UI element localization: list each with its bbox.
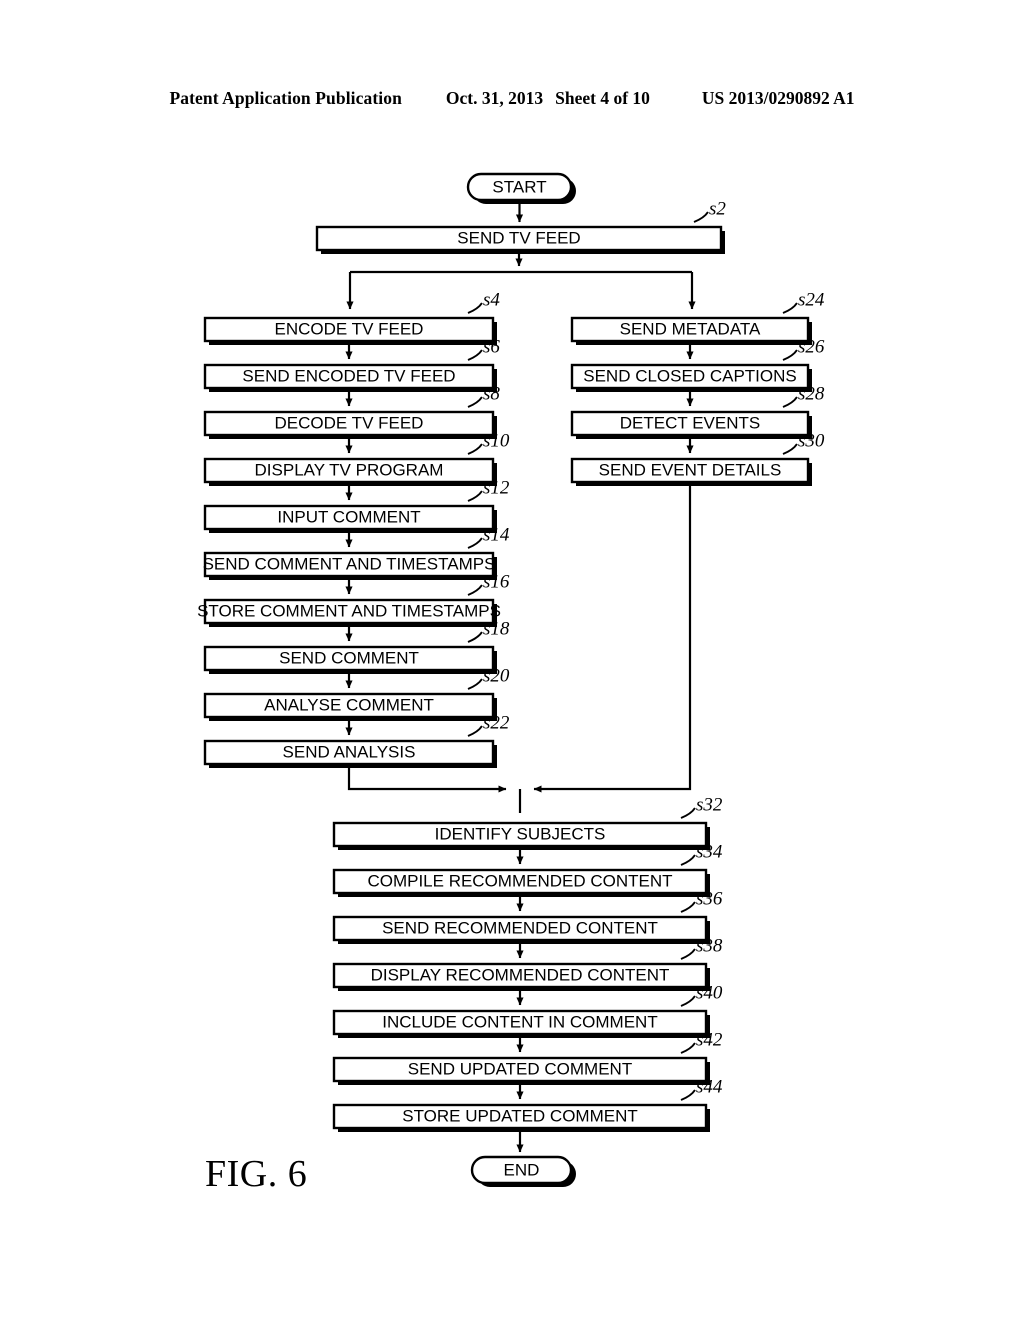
edge-right-merge (533, 482, 692, 793)
ref-hook-s14 (467, 537, 483, 549)
node-s40-label: INCLUDE CONTENT IN COMMENT (382, 1012, 657, 1031)
ref-label-s26: s26 (798, 336, 825, 357)
node-s34-label: COMPILE RECOMMENDED CONTENT (367, 871, 672, 890)
node-s4: ENCODE TV FEED (203, 316, 497, 345)
node-s8-label: DECODE TV FEED (275, 413, 424, 432)
ref-label-s40: s40 (696, 982, 723, 1003)
node-s6-label: SEND ENCODED TV FEED (242, 366, 455, 385)
ref-hook-s40 (680, 995, 696, 1007)
ref-hook-s10 (467, 443, 483, 455)
ref-hook-s22 (467, 725, 483, 737)
node-s44: STORE UPDATED COMMENT (332, 1103, 710, 1132)
node-s12: INPUT COMMENT (203, 504, 497, 533)
ref-label-s14: s14 (483, 524, 510, 545)
node-s42: SEND UPDATED COMMENT (332, 1056, 710, 1085)
flowchart-figure: START SEND TV FEED s2 ENCODE TV FEED s4 … (0, 0, 1024, 1320)
node-s2: SEND TV FEED (315, 225, 725, 254)
ref-hook-s2 (693, 211, 709, 223)
ref-label-s42: s42 (696, 1029, 723, 1050)
node-s42-label: SEND UPDATED COMMENT (408, 1059, 632, 1078)
node-s20-label: ANALYSE COMMENT (264, 695, 434, 714)
figure-caption: FIG. 6 (205, 1153, 308, 1195)
node-s16: STORE COMMENT AND TIMESTAMPS (197, 598, 501, 627)
ref-label-s24: s24 (798, 289, 825, 310)
node-end-label: END (504, 1160, 540, 1179)
node-s4-label: ENCODE TV FEED (275, 319, 424, 338)
ref-hook-s8 (467, 396, 483, 408)
ref-label-s8: s8 (483, 383, 500, 404)
ref-label-s2: s2 (709, 198, 726, 219)
node-s22: SEND ANALYSIS (203, 739, 497, 768)
ref-hook-s6 (467, 349, 483, 361)
node-s28-label: DETECT EVENTS (620, 413, 760, 432)
node-s38-label: DISPLAY RECOMMENDED CONTENT (371, 965, 670, 984)
node-s12-label: INPUT COMMENT (277, 507, 420, 526)
node-s14-label: SEND COMMENT AND TIMESTAMPS (203, 554, 496, 573)
ref-hook-s36 (680, 901, 696, 913)
ref-hook-s42 (680, 1042, 696, 1054)
node-s36-label: SEND RECOMMENDED CONTENT (382, 918, 658, 937)
ref-hook-s24 (782, 302, 798, 314)
node-s6: SEND ENCODED TV FEED (203, 363, 497, 392)
ref-label-s34: s34 (696, 841, 723, 862)
node-s34: COMPILE RECOMMENDED CONTENT (332, 868, 710, 897)
node-s18-label: SEND COMMENT (279, 648, 419, 667)
node-s20: ANALYSE COMMENT (203, 692, 497, 721)
node-s16-label: STORE COMMENT AND TIMESTAMPS (197, 601, 501, 620)
node-end: END (470, 1155, 576, 1187)
node-s38: DISPLAY RECOMMENDED CONTENT (332, 962, 710, 991)
node-s30-label: SEND EVENT DETAILS (599, 460, 782, 479)
ref-hook-s12 (467, 490, 483, 502)
ref-hook-s20 (467, 678, 483, 690)
ref-label-s18: s18 (483, 618, 510, 639)
ref-label-s6: s6 (483, 336, 500, 357)
node-s8: DECODE TV FEED (203, 410, 497, 439)
node-s10-label: DISPLAY TV PROGRAM (255, 460, 444, 479)
ref-hook-s28 (782, 396, 798, 408)
node-s32: IDENTIFY SUBJECTS (332, 821, 710, 850)
ref-hook-s32 (680, 807, 696, 819)
ref-hook-s4 (467, 302, 483, 314)
ref-hook-s30 (782, 443, 798, 455)
node-s18: SEND COMMENT (203, 645, 497, 674)
node-s24-label: SEND METADATA (620, 319, 761, 338)
ref-label-s30: s30 (798, 430, 825, 451)
node-start: START (466, 172, 576, 204)
node-s40: INCLUDE CONTENT IN COMMENT (332, 1009, 710, 1038)
ref-hook-s18 (467, 631, 483, 643)
node-s2-label: SEND TV FEED (457, 228, 580, 247)
ref-hook-s16 (467, 584, 483, 596)
node-s36: SEND RECOMMENDED CONTENT (332, 915, 710, 944)
ref-hook-s44 (680, 1089, 696, 1101)
ref-label-s36: s36 (696, 888, 723, 909)
node-s24: SEND METADATA (570, 316, 812, 345)
ref-label-s12: s12 (483, 477, 510, 498)
node-s14: SEND COMMENT AND TIMESTAMPS (203, 551, 497, 580)
ref-label-s10: s10 (483, 430, 510, 451)
ref-label-s16: s16 (483, 571, 510, 592)
node-s32-label: IDENTIFY SUBJECTS (435, 824, 606, 843)
ref-label-s22: s22 (483, 712, 510, 733)
node-s28: DETECT EVENTS (570, 410, 812, 439)
node-s10: DISPLAY TV PROGRAM (203, 457, 497, 486)
node-start-label: START (492, 177, 546, 196)
ref-hook-s34 (680, 854, 696, 866)
ref-label-s20: s20 (483, 665, 510, 686)
ref-label-s32: s32 (696, 794, 723, 815)
node-s26-label: SEND CLOSED CAPTIONS (583, 366, 797, 385)
ref-label-s28: s28 (798, 383, 825, 404)
node-s22-label: SEND ANALYSIS (283, 742, 416, 761)
ref-label-s44: s44 (696, 1076, 723, 1097)
ref-hook-s38 (680, 948, 696, 960)
node-s44-label: STORE UPDATED COMMENT (402, 1106, 638, 1125)
ref-label-s4: s4 (483, 289, 500, 310)
node-s30: SEND EVENT DETAILS (570, 457, 812, 486)
node-s26: SEND CLOSED CAPTIONS (570, 363, 812, 392)
ref-label-s38: s38 (696, 935, 723, 956)
ref-hook-s26 (782, 349, 798, 361)
